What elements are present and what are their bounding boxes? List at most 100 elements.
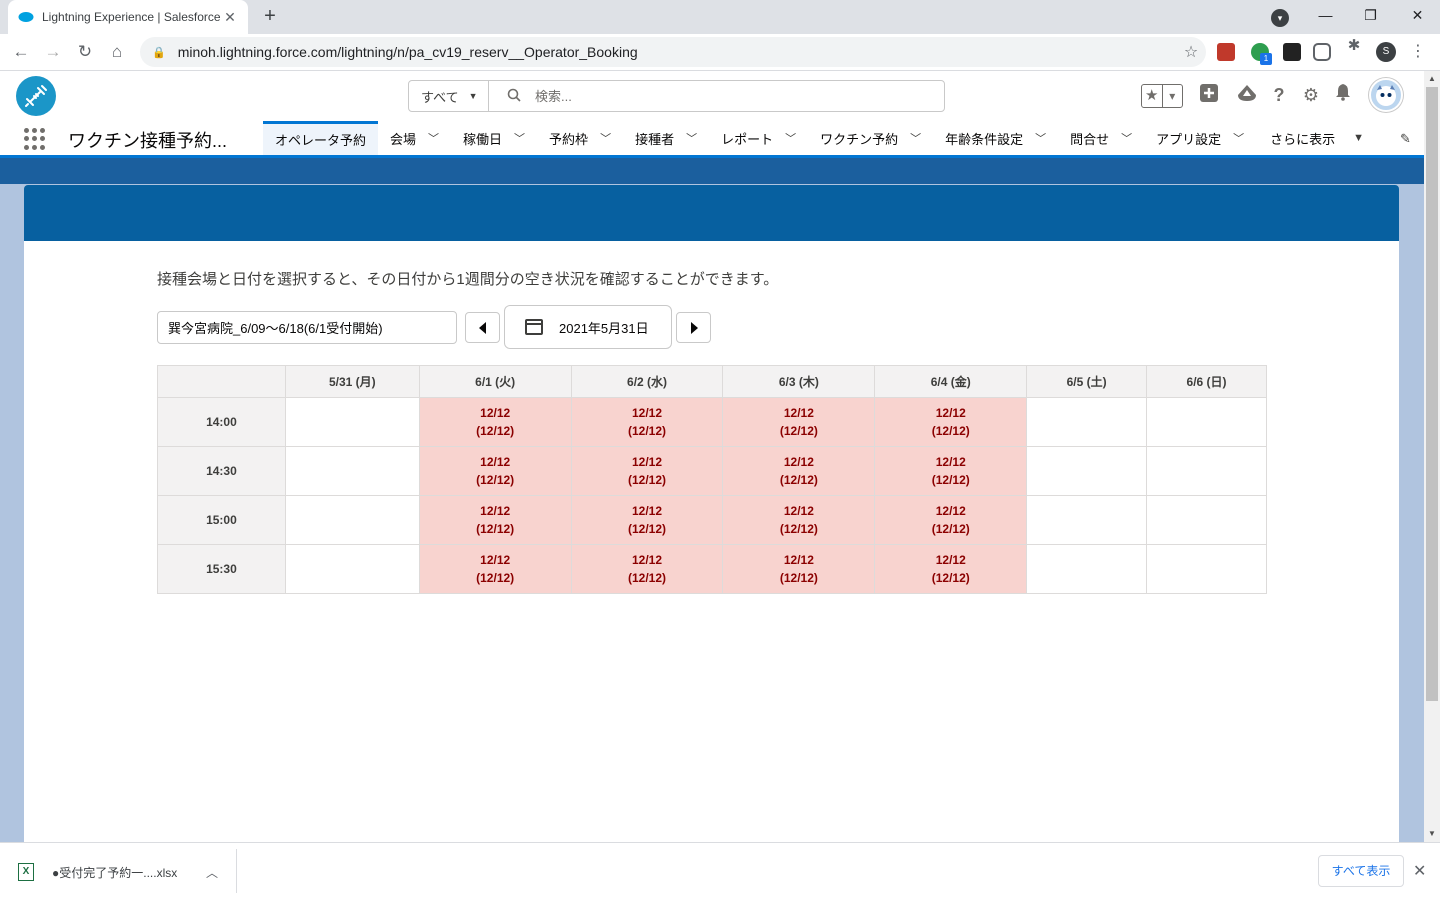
app-logo[interactable]	[16, 76, 56, 116]
chevron-up-icon[interactable]: ︿	[206, 864, 218, 881]
nav-tab-8[interactable]: 問合せ ﹀	[1058, 121, 1144, 155]
edit-nav-pencil-icon[interactable]: ✎	[1400, 131, 1411, 147]
slot-cell[interactable]: 12/12 (12/12)	[722, 544, 876, 594]
chevron-down-icon[interactable]: ﹀	[686, 130, 697, 146]
nav-tab-7[interactable]: 年齢条件設定 ﹀	[933, 121, 1058, 155]
help-icon[interactable]: ?	[1267, 83, 1291, 107]
close-download-shelf-icon[interactable]: ✕	[1413, 861, 1426, 881]
reload-button[interactable]: ↻	[72, 40, 98, 66]
back-button[interactable]: ←	[8, 40, 34, 66]
slot-cell[interactable]	[1026, 495, 1148, 545]
venue-select[interactable]: 巽今宮病院_6/09～6/18(6/1受付開始)	[157, 311, 457, 344]
nav-tab-1[interactable]: 会場 ﹀	[378, 121, 451, 155]
address-bar[interactable]: 🔒 minoh.lightning.force.com/lightning/n/…	[140, 37, 1206, 67]
show-all-downloads-button[interactable]: すべて表示	[1318, 855, 1404, 887]
slot-cell[interactable]	[1026, 544, 1148, 594]
extension-red-icon[interactable]	[1217, 43, 1235, 61]
slot-cell[interactable]: 12/12 (12/12)	[570, 544, 724, 594]
chevron-down-icon[interactable]: ﹀	[428, 130, 439, 146]
extension-chat-icon[interactable]	[1313, 43, 1331, 61]
slot-cell[interactable]: 12/12 (12/12)	[418, 397, 572, 447]
slot-cell[interactable]: 12/12 (12/12)	[874, 446, 1028, 496]
search-scope-dropdown[interactable]: すべて ▼	[409, 81, 489, 111]
chevron-down-icon[interactable]: ﹀	[1121, 130, 1132, 146]
column-header-date: 6/3 (木)	[722, 365, 876, 398]
slot-cell[interactable]: 12/12 (12/12)	[418, 495, 572, 545]
salesforce-cloud-icon	[18, 9, 34, 25]
download-item[interactable]: X ●受付完了予約一....xlsx ︿	[18, 855, 218, 889]
new-tab-button[interactable]: +	[258, 5, 282, 29]
setup-gear-icon[interactable]: ⚙	[1299, 83, 1323, 107]
favorite-star-icon[interactable]: ★	[1142, 85, 1163, 107]
chrome-menu-icon[interactable]: ⋮	[1410, 41, 1426, 61]
slot-cell[interactable]: 12/12 (12/12)	[874, 495, 1028, 545]
slot-cell[interactable]	[1146, 495, 1267, 545]
tab-close-icon[interactable]: ✕	[222, 9, 238, 26]
slot-cell[interactable]	[1146, 446, 1267, 496]
slot-cell[interactable]	[1026, 397, 1148, 447]
date-picker[interactable]: 2021年5月31日	[504, 305, 672, 349]
browser-tab[interactable]: Lightning Experience | Salesforce ✕	[8, 0, 248, 34]
url-text: minoh.lightning.force.com/lightning/n/pa…	[177, 44, 638, 60]
slot-cell[interactable]	[1146, 544, 1267, 594]
slot-cell[interactable]: 12/12 (12/12)	[570, 397, 724, 447]
chevron-down-icon[interactable]: ﹀	[1035, 130, 1046, 146]
slot-cell[interactable]	[1026, 446, 1148, 496]
chrome-profile-avatar[interactable]: S	[1376, 42, 1396, 62]
slot-cell[interactable]: 12/12 (12/12)	[722, 446, 876, 496]
slot-cell[interactable]: 12/12 (12/12)	[570, 495, 724, 545]
slot-cell[interactable]	[284, 544, 420, 594]
trailhead-icon[interactable]	[1235, 83, 1259, 107]
slot-cell[interactable]: 12/12 (12/12)	[722, 495, 876, 545]
chrome-profile-menu-icon[interactable]: ▾	[1271, 9, 1289, 27]
nav-tab-4[interactable]: 接種者 ﹀	[623, 121, 709, 155]
extension-black-icon[interactable]	[1283, 43, 1301, 61]
scroll-down-arrow-icon[interactable]: ▼	[1424, 826, 1440, 842]
home-button[interactable]: ⌂	[104, 40, 130, 66]
nav-tab-9[interactable]: アプリ設定 ﹀	[1144, 121, 1256, 155]
slot-cell[interactable]: 12/12 (12/12)	[874, 544, 1028, 594]
corner-header	[157, 365, 286, 398]
nav-tab-0[interactable]: オペレータ予約	[263, 121, 379, 155]
close-window-button[interactable]: ✕	[1395, 0, 1440, 32]
slot-cell[interactable]	[284, 397, 420, 447]
notifications-bell-icon[interactable]	[1331, 83, 1355, 107]
user-avatar[interactable]	[1369, 78, 1403, 112]
bookmark-star-icon[interactable]: ☆	[1176, 42, 1206, 62]
forward-button[interactable]: →	[40, 40, 66, 66]
slot-cell[interactable]: 12/12 (12/12)	[418, 544, 572, 594]
time-slot-label: 14:00	[157, 397, 286, 447]
slot-cell[interactable]: 12/12 (12/12)	[874, 397, 1028, 447]
nav-items: オペレータ予約 会場 ﹀ 稼働日 ﹀ 予約枠 ﹀ 接種者 ﹀ レポート ﹀ ワクチン予約 ﹀ 年齢条件設定…	[263, 121, 1374, 155]
minimize-button[interactable]: —	[1303, 0, 1348, 32]
chevron-down-icon[interactable]: ﹀	[514, 130, 525, 146]
slot-cell[interactable]: 12/12 (12/12)	[570, 446, 724, 496]
slot-cell[interactable]	[284, 446, 420, 496]
app-launcher-icon[interactable]	[24, 128, 46, 150]
chevron-down-icon[interactable]: ﹀	[910, 130, 921, 146]
scrollbar-thumb[interactable]	[1426, 87, 1438, 701]
browser-tab-bar: Lightning Experience | Salesforce ✕ + ▾ …	[0, 0, 1440, 34]
nav-tab-3[interactable]: 予約枠 ﹀	[537, 121, 623, 155]
nav-tab-5[interactable]: レポート ﹀	[709, 121, 808, 155]
chevron-down-icon[interactable]: ﹀	[600, 130, 611, 146]
chevron-down-icon[interactable]: ﹀	[1233, 130, 1244, 146]
nav-tab-2[interactable]: 稼働日 ﹀	[451, 121, 537, 155]
favorites-list-chevron-icon[interactable]: ▾	[1163, 85, 1183, 107]
chevron-down-icon[interactable]: ﹀	[785, 130, 796, 146]
global-actions-add-icon[interactable]	[1197, 83, 1221, 107]
search-input[interactable]	[535, 88, 915, 104]
extensions-puzzle-icon[interactable]: ✱	[1341, 34, 1367, 60]
restore-button[interactable]: ❐	[1348, 0, 1393, 32]
scroll-up-arrow-icon[interactable]: ▲	[1424, 71, 1440, 87]
slot-cell[interactable]	[1146, 397, 1267, 447]
previous-week-button[interactable]	[465, 312, 500, 343]
slot-cell[interactable]	[284, 495, 420, 545]
right-triangle-icon	[690, 321, 698, 334]
nav-more-menu[interactable]: さらに表示 ▼	[1256, 121, 1374, 155]
slot-cell[interactable]: 12/12 (12/12)	[722, 397, 876, 447]
availability-table: 5/31 (月) 6/1 (火) 6/2 (水) 6/3 (木) 6/4 (金) 6/5 …	[157, 365, 1267, 594]
slot-cell[interactable]: 12/12 (12/12)	[418, 446, 572, 496]
next-week-button[interactable]	[676, 312, 711, 343]
nav-tab-6[interactable]: ワクチン予約 ﹀	[808, 121, 933, 155]
